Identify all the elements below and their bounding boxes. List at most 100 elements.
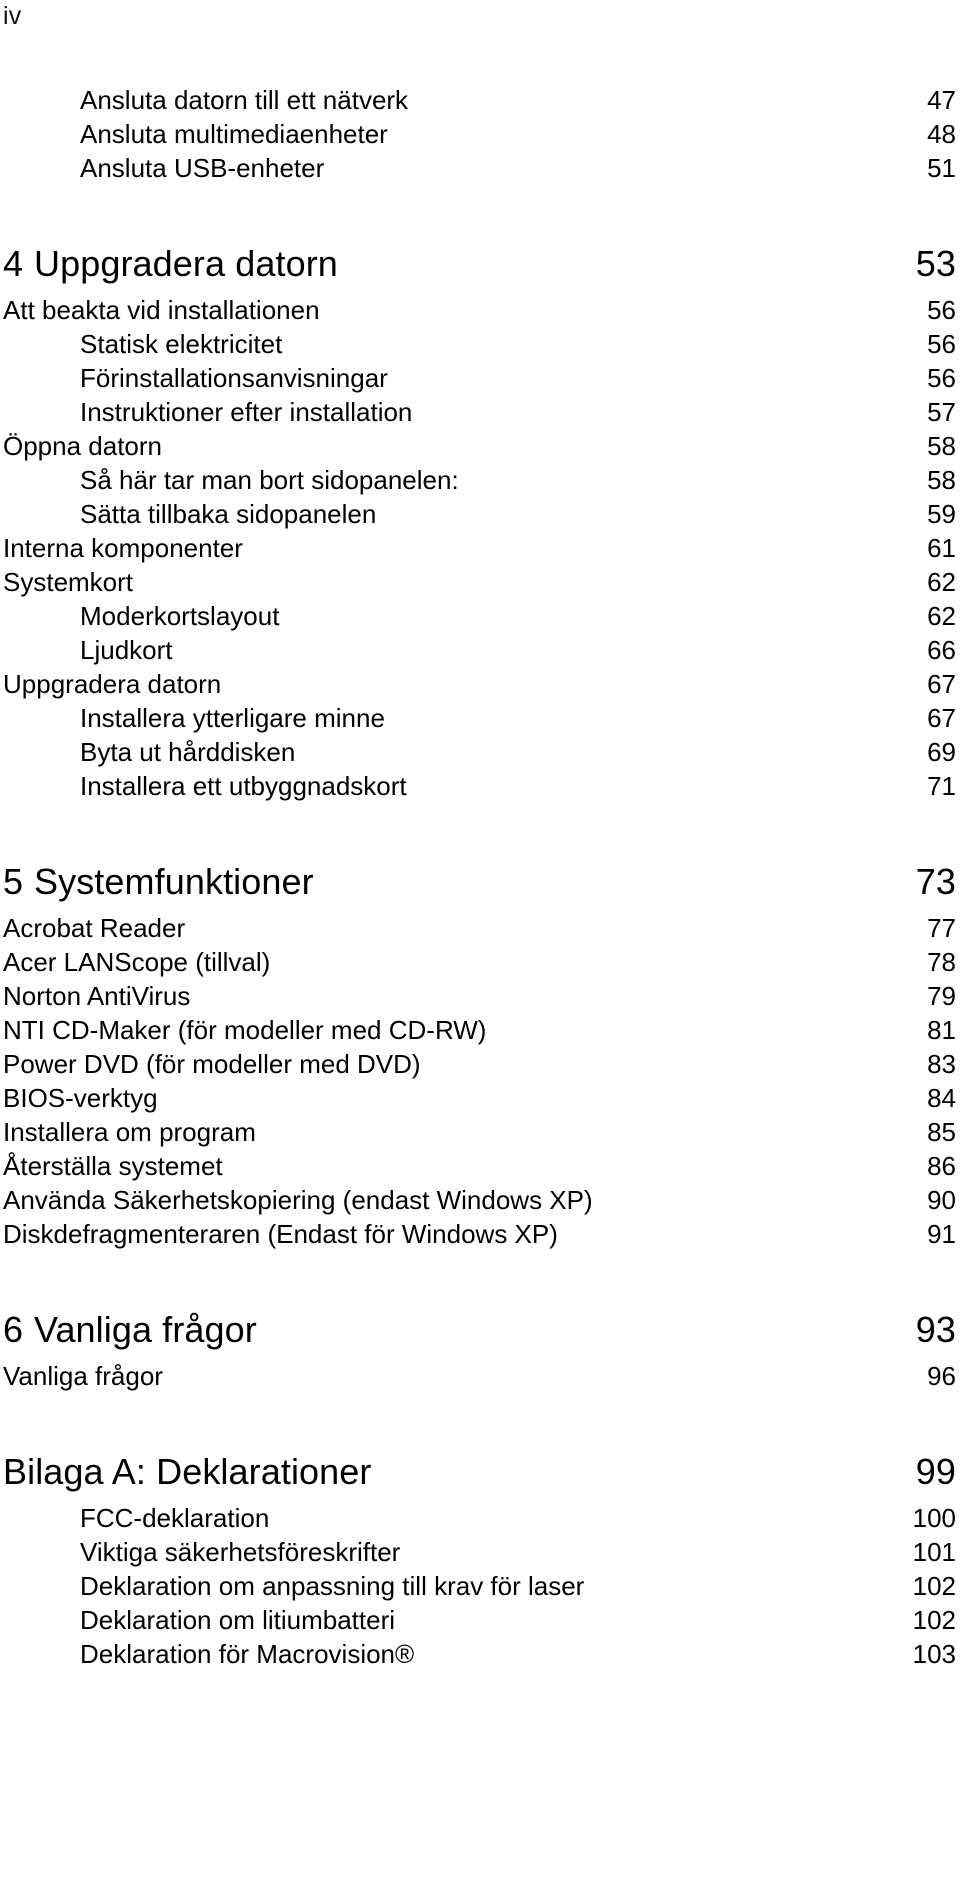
toc-entry-page-number: 56 [927,329,956,359]
toc-entry[interactable]: Viktiga säkerhetsföreskrifter 101 [0,1537,960,1571]
toc-entry[interactable]: Ljudkort 66 [0,635,960,669]
toc-entry[interactable]: Installera ytterligare minne 67 [0,703,960,737]
toc-entry[interactable]: Deklaration om litiumbatteri 102 [0,1605,960,1639]
toc-entry[interactable]: BIOS-verktyg 84 [0,1083,960,1117]
toc-entry-page-number: 85 [927,1117,956,1147]
toc-entry[interactable]: Moderkortslayout 62 [0,601,960,635]
toc-entry[interactable]: Byta ut hårddisken 69 [0,737,960,771]
chapter-heading-chapter5[interactable]: 5 Systemfunktioner 73 [0,861,960,913]
chapter-title: Systemfunktioner [34,861,314,902]
toc-entry-label: Statisk elektricitet [80,329,283,359]
toc-entry[interactable]: Installera ett utbyggnadskort 71 [0,771,960,805]
chapter-page-number: 93 [915,1309,956,1350]
chapter-page-number: 99 [915,1451,956,1492]
toc-entry-page-number: 79 [927,981,956,1011]
toc-entry-page-number: 59 [927,499,956,529]
toc-entry-page-number: 81 [927,1015,956,1045]
toc-entry[interactable]: Statisk elektricitet 56 [0,329,960,363]
toc-entry[interactable]: Använda Säkerhetskopiering (endast Windo… [0,1185,960,1219]
toc-entry-label: Öppna datorn [3,431,163,461]
toc-entry-page-number: 69 [927,737,956,767]
chapter-number: 6 [3,1309,24,1350]
toc-entry-label: Byta ut hårddisken [80,737,296,767]
toc-entry[interactable]: Acer LANScope (tillval) 78 [0,947,960,981]
chapter-number: 4 [3,243,24,284]
chapter-title: Vanliga frågor [34,1309,257,1350]
toc-entry[interactable]: Systemkort 62 [0,567,960,601]
toc-entry-page-number: 56 [927,295,956,325]
toc-entry-label: Ansluta USB-enheter [80,153,325,183]
toc-entry-page-number: 66 [927,635,956,665]
toc-entry-page-number: 62 [927,567,956,597]
toc-entry-label: FCC-deklaration [80,1503,270,1533]
toc-entry[interactable]: Vanliga frågor 96 [0,1361,960,1395]
toc-entry[interactable]: FCC-deklaration 100 [0,1503,960,1537]
toc-entry[interactable]: Installera om program 85 [0,1117,960,1151]
toc-entry[interactable]: Deklaration för Macrovision® 103 [0,1639,960,1673]
toc-entry-label: Norton AntiVirus [3,981,191,1011]
toc-entry-label: Deklaration för Macrovision® [80,1639,415,1669]
toc-entry-label: Ansluta multimediaenheter [80,119,388,149]
chapter-heading-chapter6[interactable]: 6 Vanliga frågor 93 [0,1309,960,1361]
chapter-title: Uppgradera datorn [34,243,338,284]
toc-entry-page-number: 102 [912,1605,956,1635]
toc-entry[interactable]: Ansluta datorn till ett nätverk 47 [0,85,960,119]
toc-entry-label: Viktiga säkerhetsföreskrifter [80,1537,401,1567]
toc-entry-label: Interna komponenter [3,533,243,563]
toc-entry[interactable]: Diskdefragmenteraren (Endast för Windows… [0,1219,960,1253]
toc-entry-page-number: 100 [912,1503,956,1533]
toc-entry-label: Deklaration om litiumbatteri [80,1605,396,1635]
toc-entry[interactable]: Acrobat Reader 77 [0,913,960,947]
table-of-contents: Ansluta datorn till ett nätverk 47 Ansluta… [0,85,960,1673]
toc-entry-page-number: 67 [927,703,956,733]
toc-entry[interactable]: Ansluta multimediaenheter 48 [0,119,960,153]
toc-entry[interactable]: Att beakta vid installationen 56 [0,295,960,329]
toc-entry-label: Deklaration om anpassning till krav för … [80,1571,585,1601]
toc-entry-page-number: 83 [927,1049,956,1079]
toc-entry-page-number: 91 [927,1219,956,1249]
toc-entry[interactable]: Återställa systemet 86 [0,1151,960,1185]
toc-entry-label: Vanliga frågor [3,1361,163,1391]
toc-entry-label: Ansluta datorn till ett nätverk [80,85,409,115]
chapter-number: 5 [3,861,24,902]
toc-entry-page-number: 103 [912,1639,956,1669]
toc-entry[interactable]: Förinstallationsanvisningar 56 [0,363,960,397]
toc-entry[interactable]: Interna komponenter 61 [0,533,960,567]
toc-entry-label: Förinstallationsanvisningar [80,363,388,393]
toc-entry[interactable]: Så här tar man bort sidopanelen: 58 [0,465,960,499]
toc-entry-page-number: 56 [927,363,956,393]
toc-entry[interactable]: Deklaration om anpassning till krav för … [0,1571,960,1605]
chapter-heading-label: Bilaga A: Deklarationer [3,1451,896,1493]
toc-entry[interactable]: Öppna datorn 58 [0,431,960,465]
chapter-page-number: 73 [915,861,956,902]
toc-entry-label: Sätta tillbaka sidopanelen [80,499,377,529]
toc-entry[interactable]: Norton AntiVirus 79 [0,981,960,1015]
toc-entry-label: Använda Säkerhetskopiering (endast Windo… [3,1185,593,1215]
toc-entry-label: BIOS-verktyg [3,1083,158,1113]
toc-entry-page-number: 51 [927,153,956,183]
toc-entry-page-number: 78 [927,947,956,977]
toc-entry-page-number: 84 [927,1083,956,1113]
toc-entry-label: Installera ett utbyggnadskort [80,771,407,801]
chapter-heading-chapter4[interactable]: 4 Uppgradera datorn 53 [0,243,960,295]
toc-entry-page-number: 77 [927,913,956,943]
chapter-heading-appendixA[interactable]: Bilaga A: Deklarationer 99 [0,1451,960,1503]
toc-entry-label: Installera om program [3,1117,256,1147]
toc-entry-label: Diskdefragmenteraren (Endast för Windows… [3,1219,558,1249]
toc-entry-page-number: 57 [927,397,956,427]
page-folio: iv [3,2,22,30]
toc-entry[interactable]: NTI CD-Maker (för modeller med CD-RW) 81 [0,1015,960,1049]
toc-entry[interactable]: Instruktioner efter installation 57 [0,397,960,431]
toc-entry[interactable]: Ansluta USB-enheter 51 [0,153,960,187]
toc-entry[interactable]: Uppgradera datorn 67 [0,669,960,703]
toc-entry[interactable]: Power DVD (för modeller med DVD) 83 [0,1049,960,1083]
toc-entry-page-number: 61 [927,533,956,563]
toc-entry[interactable]: Sätta tillbaka sidopanelen 59 [0,499,960,533]
toc-entry-page-number: 48 [927,119,956,149]
chapter-page-number: 53 [915,243,956,284]
chapter-heading-label: 6 Vanliga frågor [3,1309,896,1351]
toc-entry-label: Så här tar man bort sidopanelen: [80,465,459,495]
toc-entry-page-number: 101 [912,1537,956,1567]
